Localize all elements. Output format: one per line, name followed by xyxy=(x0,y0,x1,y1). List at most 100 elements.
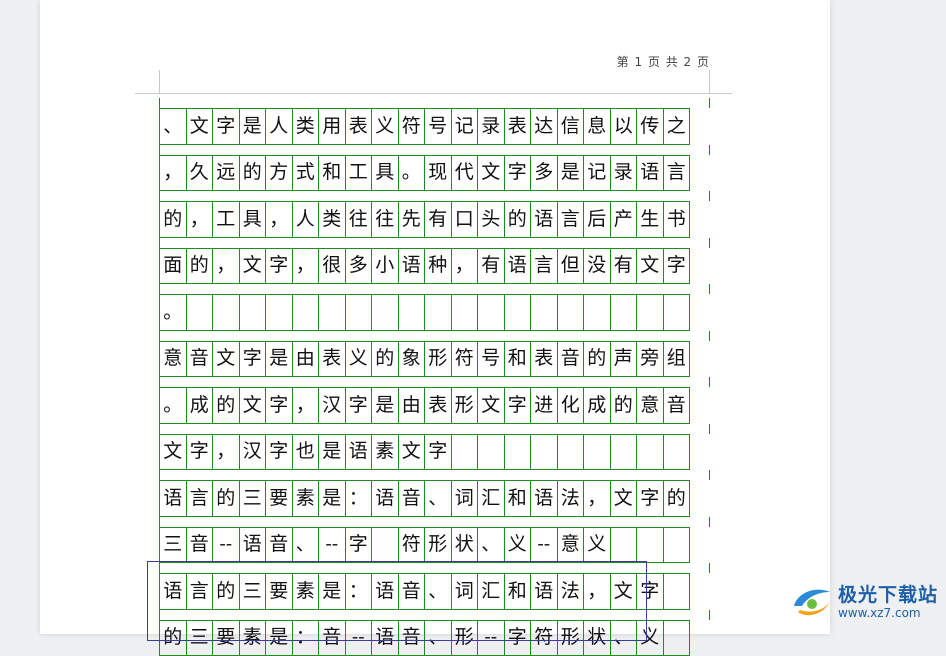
grid-cell[interactable]: 音 xyxy=(186,341,214,378)
grid-cell[interactable]: 、 xyxy=(424,620,452,656)
grid-cell[interactable]: 面 xyxy=(159,248,187,285)
grid-cell[interactable]: 有 xyxy=(610,248,638,285)
grid-cell[interactable]: 具 xyxy=(371,155,399,192)
grid-cell[interactable]: ， xyxy=(451,248,479,285)
grid-cell[interactable]: 音 xyxy=(318,620,346,656)
grid-cell[interactable]: 号 xyxy=(424,108,452,145)
grid-cell[interactable]: 字 xyxy=(504,155,532,192)
grid-cell[interactable]: 、 xyxy=(477,527,505,564)
grid-cell[interactable]: 法 xyxy=(557,480,585,517)
grid-cell[interactable]: 的 xyxy=(663,480,691,517)
grid-cell[interactable]: 言 xyxy=(186,573,214,610)
grid-cell[interactable]: ， xyxy=(292,387,320,424)
grid-cell[interactable]: 化 xyxy=(557,387,585,424)
grid-cell[interactable]: 字 xyxy=(186,434,214,471)
grid-cell[interactable]: 词 xyxy=(451,480,479,517)
grid-cell[interactable]: 的 xyxy=(212,573,240,610)
grid-cell[interactable]: 先 xyxy=(398,201,426,238)
grid-cell[interactable] xyxy=(451,434,479,471)
grid-cell[interactable]: 和 xyxy=(318,155,346,192)
grid-cell[interactable]: 、 xyxy=(424,573,452,610)
grid-cell[interactable]: 由 xyxy=(292,341,320,378)
grid-cell[interactable] xyxy=(265,294,293,331)
grid-cell[interactable]: -- xyxy=(477,620,505,656)
grid-cell[interactable]: 意 xyxy=(159,341,187,378)
grid-cell[interactable]: 的 xyxy=(159,620,187,656)
grid-cell[interactable] xyxy=(504,434,532,471)
grid-cell[interactable]: 语 xyxy=(530,201,558,238)
grid-cell[interactable] xyxy=(610,294,638,331)
grid-cell[interactable]: 文 xyxy=(610,480,638,517)
grid-cell[interactable]: 文 xyxy=(186,108,214,145)
grid-cell[interactable]: 久 xyxy=(186,155,214,192)
grid-cell[interactable]: 音 xyxy=(186,527,214,564)
grid-cell[interactable]: 形 xyxy=(451,387,479,424)
grid-cell[interactable]: 旁 xyxy=(636,341,664,378)
grid-cell[interactable]: 汉 xyxy=(239,434,267,471)
grid-cell[interactable]: 进 xyxy=(530,387,558,424)
grid-cell[interactable]: 三 xyxy=(239,573,267,610)
grid-cell[interactable]: 、 xyxy=(159,108,187,145)
grid-cell[interactable]: ， xyxy=(292,248,320,285)
grid-cell[interactable] xyxy=(663,527,691,564)
grid-cell[interactable]: 义 xyxy=(504,527,532,564)
grid-cell[interactable] xyxy=(530,294,558,331)
grid-cell[interactable] xyxy=(398,294,426,331)
grid-cell[interactable]: 形 xyxy=(424,341,452,378)
grid-cell[interactable]: 义 xyxy=(583,527,611,564)
grid-cell[interactable]: 形 xyxy=(557,620,585,656)
grid-cell[interactable] xyxy=(636,434,664,471)
grid-cell[interactable]: 汇 xyxy=(477,480,505,517)
grid-cell[interactable]: 的 xyxy=(186,248,214,285)
grid-cell[interactable] xyxy=(663,573,691,610)
grid-cell[interactable]: 声 xyxy=(610,341,638,378)
grid-cell[interactable]: 文 xyxy=(239,248,267,285)
grid-cell[interactable]: 音 xyxy=(398,573,426,610)
grid-cell[interactable]: ， xyxy=(212,248,240,285)
grid-cell[interactable] xyxy=(186,294,214,331)
grid-cell[interactable]: 状 xyxy=(583,620,611,656)
grid-cell[interactable]: 代 xyxy=(451,155,479,192)
grid-cell[interactable]: 人 xyxy=(265,108,293,145)
grid-cell[interactable]: 由 xyxy=(398,387,426,424)
grid-cell[interactable] xyxy=(212,294,240,331)
grid-cell[interactable]: 是 xyxy=(265,341,293,378)
grid-cell[interactable]: 录 xyxy=(477,108,505,145)
grid-cell[interactable] xyxy=(557,294,585,331)
grid-cell[interactable]: 义 xyxy=(371,108,399,145)
grid-cell[interactable]: 是 xyxy=(318,480,346,517)
grid-cell[interactable]: 语 xyxy=(159,573,187,610)
grid-cell[interactable]: 表 xyxy=(318,341,346,378)
grid-cell[interactable]: 很 xyxy=(318,248,346,285)
grid-cell[interactable]: 音 xyxy=(398,480,426,517)
grid-cell[interactable]: 音 xyxy=(398,620,426,656)
grid-cell[interactable]: 法 xyxy=(557,573,585,610)
grid-cell[interactable]: 后 xyxy=(583,201,611,238)
grid-cell[interactable]: 字 xyxy=(663,248,691,285)
grid-cell[interactable]: 文 xyxy=(477,155,505,192)
grid-cell[interactable]: 具 xyxy=(239,201,267,238)
grid-cell[interactable]: 小 xyxy=(371,248,399,285)
grid-cell[interactable]: 也 xyxy=(292,434,320,471)
grid-cell[interactable]: 和 xyxy=(504,480,532,517)
grid-cell[interactable]: 要 xyxy=(265,480,293,517)
grid-cell[interactable] xyxy=(557,434,585,471)
grid-cell[interactable] xyxy=(583,294,611,331)
grid-cell[interactable] xyxy=(292,294,320,331)
grid-cell[interactable] xyxy=(636,527,664,564)
grid-cell[interactable]: 是 xyxy=(318,573,346,610)
grid-cell[interactable]: ， xyxy=(212,434,240,471)
grid-cell[interactable]: 的 xyxy=(212,480,240,517)
grid-cell[interactable]: 符 xyxy=(398,527,426,564)
grid-cell[interactable]: 多 xyxy=(345,248,373,285)
grid-cell[interactable]: 用 xyxy=(318,108,346,145)
grid-cell[interactable]: ： xyxy=(345,573,373,610)
grid-cell[interactable]: 字 xyxy=(504,387,532,424)
grid-cell[interactable]: 是 xyxy=(265,620,293,656)
grid-cell[interactable]: 字 xyxy=(265,248,293,285)
grid-cell[interactable]: 。 xyxy=(159,387,187,424)
grid-cell[interactable]: 符 xyxy=(530,620,558,656)
grid-cell[interactable] xyxy=(371,527,399,564)
grid-cell[interactable] xyxy=(663,294,691,331)
grid-cell[interactable]: 字 xyxy=(212,108,240,145)
